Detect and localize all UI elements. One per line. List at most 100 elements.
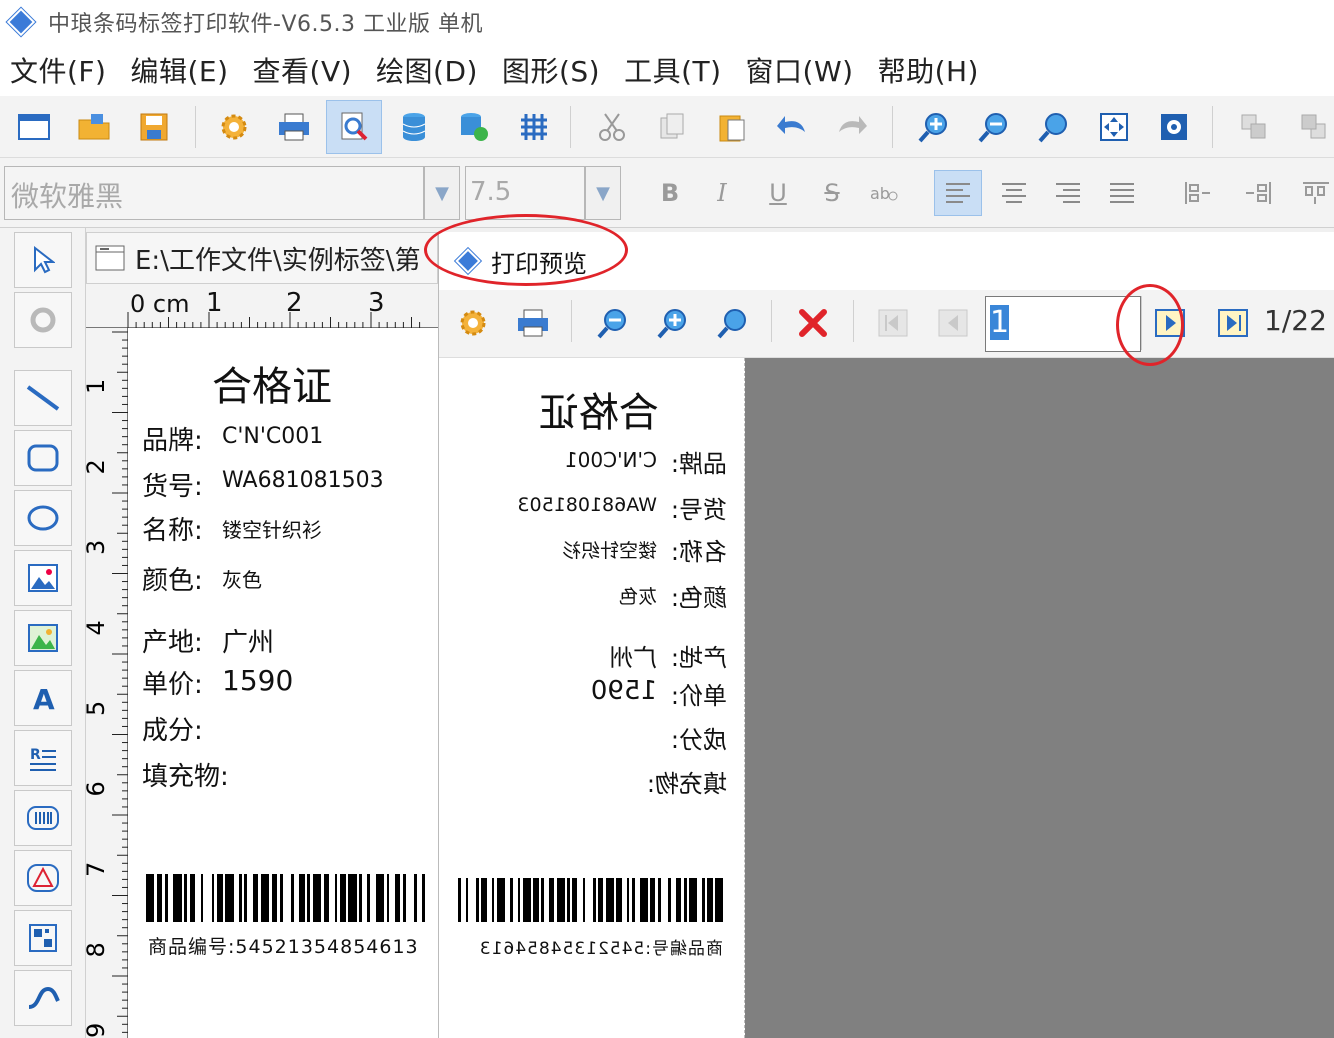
- undo-icon[interactable]: [764, 100, 820, 154]
- origin-value[interactable]: 广州: [222, 622, 274, 659]
- rich-text-tool-icon[interactable]: R: [14, 730, 72, 786]
- color-label[interactable]: 颜色:: [142, 560, 203, 597]
- barcode-bar: [585, 878, 593, 922]
- ruler-h-number: 2: [286, 288, 303, 318]
- origin-label[interactable]: 产地:: [142, 622, 203, 659]
- strikethrough-button[interactable]: S: [808, 170, 856, 216]
- align-right-icon[interactable]: [1044, 170, 1092, 216]
- font-size-select[interactable]: 7.5: [465, 166, 585, 220]
- barcode-bar: [707, 878, 713, 922]
- preview-origin-value: 广州: [609, 644, 657, 672]
- preview-area[interactable]: 合格证 品牌: C'N'C001 货号: WA681081503 名称: 镂空针…: [439, 358, 1334, 1038]
- align-objects-top-icon[interactable]: [1292, 170, 1334, 216]
- settings-icon[interactable]: [206, 100, 262, 154]
- cut-icon[interactable]: [584, 100, 640, 154]
- copy-icon[interactable]: [644, 100, 700, 154]
- picture-tool-icon[interactable]: [14, 610, 72, 666]
- barcode-bar: [533, 878, 539, 922]
- filling-label[interactable]: 填充物:: [142, 756, 229, 793]
- select-pointer-icon[interactable]: [14, 232, 72, 288]
- last-page-icon[interactable]: [1205, 296, 1261, 350]
- color-value[interactable]: 灰色: [222, 564, 262, 593]
- preview-zoom-in-icon[interactable]: [645, 296, 701, 350]
- preview-settings-icon[interactable]: [445, 296, 501, 350]
- label-title[interactable]: 合格证: [212, 354, 332, 412]
- qrcode-tool-icon[interactable]: [14, 910, 72, 966]
- brand-value[interactable]: C'N'C001: [222, 424, 323, 449]
- price-value[interactable]: 1590: [222, 664, 293, 697]
- menu-edit[interactable]: 编辑(E): [130, 50, 228, 90]
- svg-text:A: A: [33, 683, 55, 713]
- rounded-rect-tool-icon[interactable]: [14, 430, 72, 486]
- brand-label[interactable]: 品牌:: [142, 420, 203, 457]
- name-value[interactable]: 镂空针织衫: [222, 514, 322, 543]
- print-preview-icon[interactable]: [326, 100, 382, 154]
- barcode-text[interactable]: 商品编号:54521354854613: [148, 932, 419, 959]
- barcode[interactable]: [146, 874, 428, 922]
- item-no-value[interactable]: WA681081503: [222, 468, 384, 493]
- paste-icon[interactable]: [704, 100, 760, 154]
- database-settings-icon[interactable]: [446, 100, 502, 154]
- previous-page-icon[interactable]: [925, 296, 981, 350]
- main-toolbar: [0, 96, 1334, 158]
- font-family-select[interactable]: 微软雅黑: [4, 166, 424, 220]
- print-icon[interactable]: [266, 100, 322, 154]
- align-center-icon[interactable]: [990, 170, 1038, 216]
- zoom-icon[interactable]: [1026, 100, 1082, 154]
- item-no-label[interactable]: 货号:: [142, 466, 203, 503]
- database-icon[interactable]: [386, 100, 442, 154]
- text-effect-icon[interactable]: ab: [860, 170, 908, 216]
- menu-view[interactable]: 查看(V): [253, 50, 353, 90]
- rotate-icon[interactable]: [14, 292, 72, 348]
- name-label[interactable]: 名称:: [142, 510, 203, 547]
- align-objects-right-icon[interactable]: [1234, 170, 1282, 216]
- shape-tool-icon[interactable]: [14, 850, 72, 906]
- menu-tools[interactable]: 工具(T): [624, 50, 721, 90]
- price-label[interactable]: 单价:: [142, 664, 203, 701]
- first-page-icon[interactable]: [865, 296, 921, 350]
- menu-draw[interactable]: 绘图(D): [376, 50, 478, 90]
- label-canvas[interactable]: 合格证 品牌: C'N'C001 货号: WA681081503 名称: 镂空针…: [128, 328, 438, 1038]
- line-tool-icon[interactable]: [14, 370, 72, 426]
- size-dropdown-icon[interactable]: ▼: [585, 166, 621, 220]
- zoom-in-icon[interactable]: [906, 100, 962, 154]
- italic-button[interactable]: I: [698, 170, 746, 216]
- preview-close-icon[interactable]: [785, 296, 841, 350]
- document-tab[interactable]: E:\工作文件\实例标签\第: [86, 232, 438, 284]
- bold-button[interactable]: B: [646, 170, 694, 216]
- new-icon[interactable]: [6, 100, 62, 154]
- underline-button[interactable]: U: [754, 170, 802, 216]
- barcode-tool-icon[interactable]: [14, 790, 72, 846]
- align-justify-icon[interactable]: [1098, 170, 1146, 216]
- preview-print-icon[interactable]: [505, 296, 561, 350]
- save-icon[interactable]: [126, 100, 182, 154]
- menu-shape[interactable]: 图形(S): [502, 50, 600, 90]
- menu-help[interactable]: 帮助(H): [878, 50, 979, 90]
- align-left-icon[interactable]: [934, 170, 982, 216]
- open-icon[interactable]: [66, 100, 122, 154]
- fit-page-icon[interactable]: [1086, 100, 1142, 154]
- bring-front-icon[interactable]: [1226, 100, 1282, 154]
- barcode-bar: [661, 878, 669, 922]
- text-tool-icon[interactable]: A: [14, 670, 72, 726]
- font-dropdown-icon[interactable]: ▼: [424, 166, 460, 220]
- align-objects-left-icon[interactable]: [1174, 170, 1222, 216]
- send-back-icon[interactable]: [1286, 100, 1334, 154]
- preview-color-label: 颜色:: [670, 584, 727, 612]
- preview-zoom-icon[interactable]: [705, 296, 761, 350]
- print-preview-toolbar: 1 1/22: [439, 290, 1334, 358]
- preview-zoom-out-icon[interactable]: [585, 296, 641, 350]
- zoom-out-icon[interactable]: [966, 100, 1022, 154]
- grid-icon[interactable]: [506, 100, 562, 154]
- barcode-bar: [567, 878, 570, 922]
- menu-window[interactable]: 窗口(W): [746, 50, 854, 90]
- actual-size-icon[interactable]: [1146, 100, 1202, 154]
- curve-tool-icon[interactable]: [14, 970, 72, 1026]
- next-page-icon[interactable]: [1141, 296, 1197, 350]
- composition-label[interactable]: 成分:: [142, 710, 203, 747]
- menu-file[interactable]: 文件(F): [10, 50, 106, 90]
- redo-icon[interactable]: [824, 100, 880, 154]
- page-number-input[interactable]: 1: [985, 296, 1141, 352]
- image-tool-icon[interactable]: [14, 550, 72, 606]
- ellipse-tool-icon[interactable]: [14, 490, 72, 546]
